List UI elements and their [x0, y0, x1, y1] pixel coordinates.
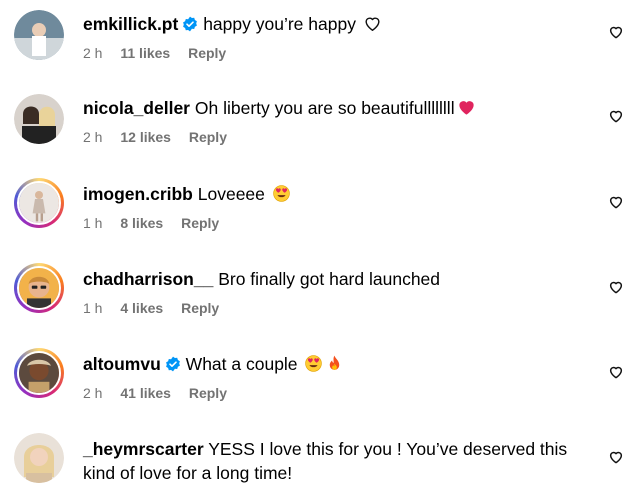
- comment-likes[interactable]: 12 likes: [120, 129, 171, 145]
- like-heart-icon[interactable]: [608, 194, 624, 210]
- like-heart-icon[interactable]: [608, 449, 624, 465]
- avatar[interactable]: [14, 348, 64, 398]
- comment-text-line: _heymrscarter YESS I love this for you !…: [83, 437, 574, 485]
- comment-text: Oh liberty you are so beautifullllllll: [194, 98, 455, 118]
- comment-text-line: altoumvu What a couple: [83, 352, 574, 376]
- comment-text: Loveeee: [197, 184, 265, 204]
- red-heart-emoji: [458, 101, 474, 115]
- comment-meta: 2 h 41 likes Reply: [83, 385, 574, 403]
- comment-text: happy you’re happy: [203, 14, 356, 34]
- reply-button[interactable]: Reply: [181, 215, 219, 231]
- reply-button[interactable]: Reply: [181, 300, 219, 316]
- reply-button[interactable]: Reply: [189, 129, 227, 145]
- avatar[interactable]: [14, 94, 64, 144]
- like-heart-icon[interactable]: [608, 279, 624, 295]
- reply-button[interactable]: Reply: [188, 45, 226, 61]
- comment-time: 1 h: [83, 215, 103, 231]
- username[interactable]: altoumvu: [83, 354, 161, 374]
- username[interactable]: nicola_deller: [83, 98, 190, 118]
- avatar[interactable]: [14, 263, 64, 313]
- outline-heart-icon: [365, 17, 380, 31]
- like-heart-icon[interactable]: [608, 108, 624, 124]
- comment-meta: 2 h 12 likes Reply: [83, 129, 574, 147]
- comment-text: What a couple: [185, 354, 298, 374]
- heart-eyes-emoji: [273, 185, 290, 202]
- username[interactable]: _heymrscarter: [83, 439, 204, 459]
- comment-text-line: imogen.cribb Loveeee: [83, 182, 574, 206]
- fire-emoji: [330, 355, 340, 370]
- comment-text-line: nicola_deller Oh liberty you are so beau…: [83, 96, 574, 120]
- heart-eyes-emoji: [305, 355, 323, 372]
- avatar[interactable]: [14, 10, 64, 60]
- comment-time: 1 h: [83, 300, 103, 316]
- comment-meta: 1 h 8 likes Reply: [83, 215, 574, 233]
- comment-text-line: emkillick.pt happy you’re happy: [83, 12, 574, 36]
- comment-likes[interactable]: 41 likes: [120, 385, 171, 401]
- verified-badge-icon: [183, 16, 198, 32]
- comment-time: 2 h: [83, 129, 103, 145]
- comment-text: Bro finally got hard launched: [218, 269, 441, 289]
- username[interactable]: chadharrison__: [83, 269, 213, 289]
- comment-likes[interactable]: 4 likes: [120, 300, 163, 316]
- avatar[interactable]: [14, 433, 64, 483]
- comment-time: 2 h: [83, 385, 103, 401]
- verified-badge-icon: [165, 356, 180, 372]
- like-heart-icon[interactable]: [608, 364, 624, 380]
- reply-button[interactable]: Reply: [189, 385, 227, 401]
- avatar[interactable]: [14, 178, 64, 228]
- comment-time: 2 h: [83, 45, 103, 61]
- username[interactable]: emkillick.pt: [83, 14, 178, 34]
- comment-meta: 1 h 4 likes Reply: [83, 300, 574, 318]
- comment-likes[interactable]: 11 likes: [120, 45, 170, 61]
- comment-text-line: chadharrison__ Bro finally got hard laun…: [83, 267, 574, 291]
- username[interactable]: imogen.cribb: [83, 184, 193, 204]
- like-heart-icon[interactable]: [608, 24, 624, 40]
- comment-meta: 2 h 11 likes Reply: [83, 45, 574, 63]
- comment-likes[interactable]: 8 likes: [120, 215, 163, 231]
